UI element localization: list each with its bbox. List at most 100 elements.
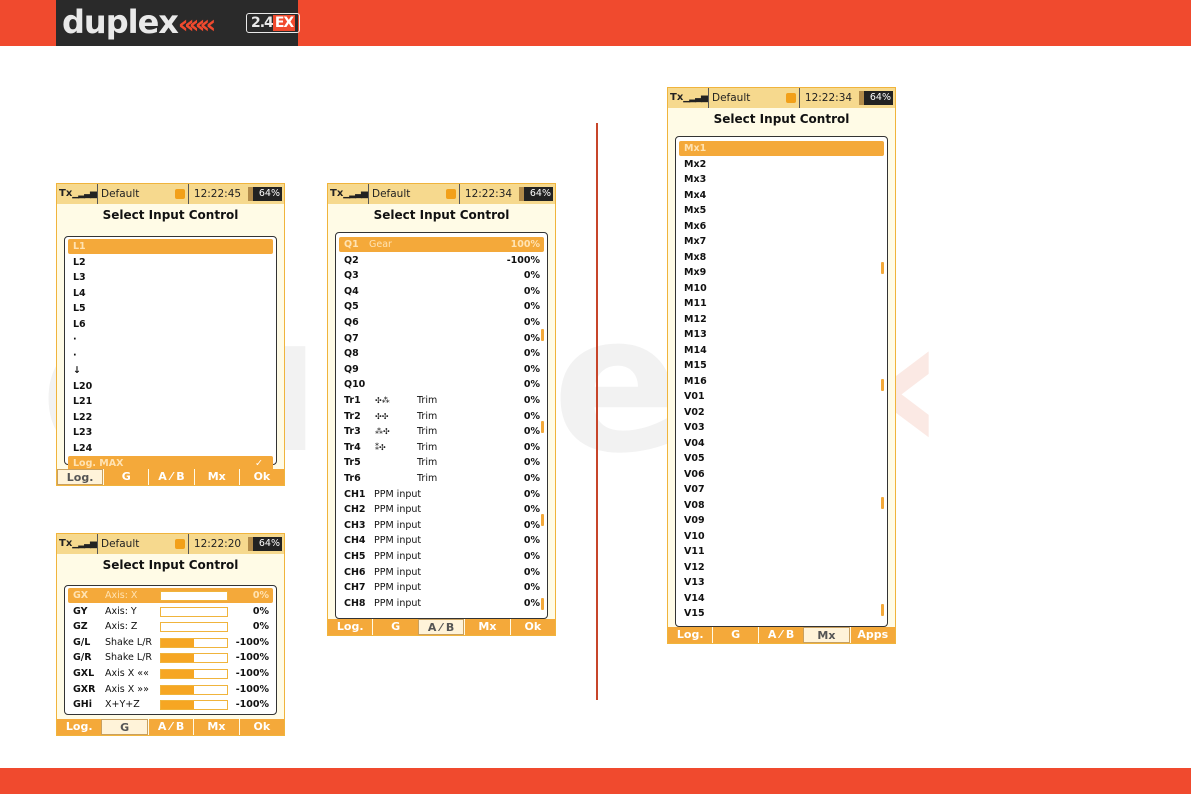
scrollbar-marker[interactable]	[881, 496, 884, 509]
list-item[interactable]: ·	[68, 332, 273, 347]
list-item[interactable]: L22	[68, 410, 273, 425]
list-item[interactable]: M11	[679, 296, 884, 311]
list-item[interactable]: L20	[68, 379, 273, 394]
scrollbar-marker[interactable]	[541, 328, 544, 341]
scrollbar-marker[interactable]	[541, 421, 544, 434]
scrollbar-marker[interactable]	[881, 379, 884, 392]
list-item[interactable]: Mx1	[679, 141, 884, 156]
list-item[interactable]: Q6 0%	[339, 315, 544, 330]
list-item[interactable]: L23	[68, 425, 273, 440]
tab-log[interactable]: Log.	[668, 627, 712, 643]
list-item[interactable]: Q2 -100%	[339, 253, 544, 268]
list-item[interactable]: L6	[68, 317, 273, 332]
tab-ab[interactable]: A ⁄ B	[147, 719, 193, 735]
tab-ab[interactable]: A ⁄ B	[148, 469, 193, 485]
list-item[interactable]: M15	[679, 358, 884, 373]
list-item[interactable]: L24	[68, 441, 273, 456]
model-name-button[interactable]: Default	[97, 534, 188, 554]
list-item[interactable]: CH8 PPM input 0%	[339, 596, 544, 611]
list-item[interactable]: V12	[679, 560, 884, 575]
tab-ab[interactable]: A ⁄ B	[757, 627, 803, 643]
list-item[interactable]: V07	[679, 482, 884, 497]
list-item[interactable]: ↓	[68, 363, 273, 378]
list-item[interactable]: Q8 0%	[339, 346, 544, 361]
list-item[interactable]: V15	[679, 606, 884, 621]
list-item[interactable]: CH6 PPM input 0%	[339, 565, 544, 580]
list-item[interactable]: Mx5	[679, 203, 884, 218]
list-item[interactable]: V03	[679, 420, 884, 435]
list-item[interactable]: Mx4	[679, 188, 884, 203]
tab-mx[interactable]: Mx	[193, 719, 238, 735]
list-item[interactable]: Mx6	[679, 219, 884, 234]
tab-ok[interactable]: Ok	[238, 469, 284, 485]
list-item[interactable]: Tr6 Trim 0%	[339, 471, 544, 486]
list-item[interactable]: Tr4 ⁑✣ Trim 0%	[339, 440, 544, 455]
list-item[interactable]: Tr5 Trim 0%	[339, 455, 544, 470]
tab-ok[interactable]: Ok	[238, 719, 284, 735]
list-item[interactable]: V08	[679, 498, 884, 513]
scrollbar-marker[interactable]	[541, 598, 544, 611]
list-item[interactable]: CH7 PPM input 0%	[339, 580, 544, 595]
list-item[interactable]: M14	[679, 343, 884, 358]
model-name-button[interactable]: Default	[708, 88, 799, 108]
list-item[interactable]: Mx9	[679, 265, 884, 280]
tab-ab[interactable]: A ⁄ B	[417, 619, 465, 635]
list-item[interactable]: M16	[679, 374, 884, 389]
model-name-button[interactable]: Default	[368, 184, 459, 204]
list-item[interactable]: V14	[679, 591, 884, 606]
scrollbar-marker[interactable]	[541, 513, 544, 526]
tab-mx[interactable]: Mx	[803, 627, 850, 643]
list-item[interactable]: CH1 PPM input 0%	[339, 487, 544, 502]
tab-gsens[interactable]: G sens.	[101, 719, 148, 735]
list-item[interactable]: V02	[679, 405, 884, 420]
list-item[interactable]: L4	[68, 286, 273, 301]
list-item[interactable]: Q3 0%	[339, 268, 544, 283]
list-item[interactable]: Tr2 ✣✣ Trim 0%	[339, 409, 544, 424]
tab-gsens[interactable]: G sens.	[712, 627, 757, 643]
list-item[interactable]: GY Axis: Y 0%	[68, 604, 273, 619]
tab-log[interactable]: Log.	[328, 619, 372, 635]
tab-gsens[interactable]: G sens.	[372, 619, 417, 635]
scrollbar-marker[interactable]	[881, 604, 884, 617]
list-item[interactable]: Tr1 ✣⁂ Trim 0%	[339, 393, 544, 408]
list-item[interactable]: Q4 0%	[339, 284, 544, 299]
list-item[interactable]: V09	[679, 513, 884, 528]
scrollbar-marker[interactable]	[881, 261, 884, 274]
list-item[interactable]: Q10 0%	[339, 377, 544, 392]
list-item[interactable]: M12	[679, 312, 884, 327]
list-item[interactable]: CH4 PPM input 0%	[339, 533, 544, 548]
list-item[interactable]: L5	[68, 301, 273, 316]
list-item[interactable]: GXR Axis X »» -100%	[68, 682, 273, 697]
tab-apps[interactable]: Apps	[849, 627, 895, 643]
list-item[interactable]: V05	[679, 451, 884, 466]
list-item[interactable]: Q9 0%	[339, 362, 544, 377]
list-item[interactable]: V11	[679, 544, 884, 559]
list-item[interactable]: CH3 PPM input 0%	[339, 518, 544, 533]
list-item[interactable]: V01	[679, 389, 884, 404]
tab-mx[interactable]: Mx	[464, 619, 509, 635]
tab-ok[interactable]: Ok	[509, 619, 555, 635]
list-item[interactable]: M10	[679, 281, 884, 296]
list-item[interactable]: V06	[679, 467, 884, 482]
list-item[interactable]: L1	[68, 239, 273, 254]
model-name-button[interactable]: Default	[97, 184, 188, 204]
list-item[interactable]: L21	[68, 394, 273, 409]
list-item[interactable]: G/R Shake L/R -100%	[68, 650, 273, 665]
list-item[interactable]: L2	[68, 255, 273, 270]
list-item[interactable]: Q1 Gear 100%	[339, 237, 544, 252]
list-item[interactable]: Mx7	[679, 234, 884, 249]
list-item[interactable]: V10	[679, 529, 884, 544]
list-item[interactable]: Mx2	[679, 157, 884, 172]
list-item[interactable]: GHi X+Y+Z -100%	[68, 697, 273, 712]
list-item[interactable]: CH5 PPM input 0%	[339, 549, 544, 564]
list-item[interactable]: Q7 0%	[339, 331, 544, 346]
list-item[interactable]: Tr3 ⁂✣ Trim 0%	[339, 424, 544, 439]
tab-gsens[interactable]: G sens.	[103, 469, 148, 485]
list-item[interactable]: ·	[68, 348, 273, 363]
list-item[interactable]: Q5 0%	[339, 299, 544, 314]
tab-log[interactable]: Log.	[57, 469, 104, 485]
list-item[interactable]: GX Axis: X 0%	[68, 588, 273, 603]
list-item[interactable]: GZ Axis: Z 0%	[68, 619, 273, 634]
list-item[interactable]: L3	[68, 270, 273, 285]
list-item[interactable]: CH2 PPM input 0%	[339, 502, 544, 517]
